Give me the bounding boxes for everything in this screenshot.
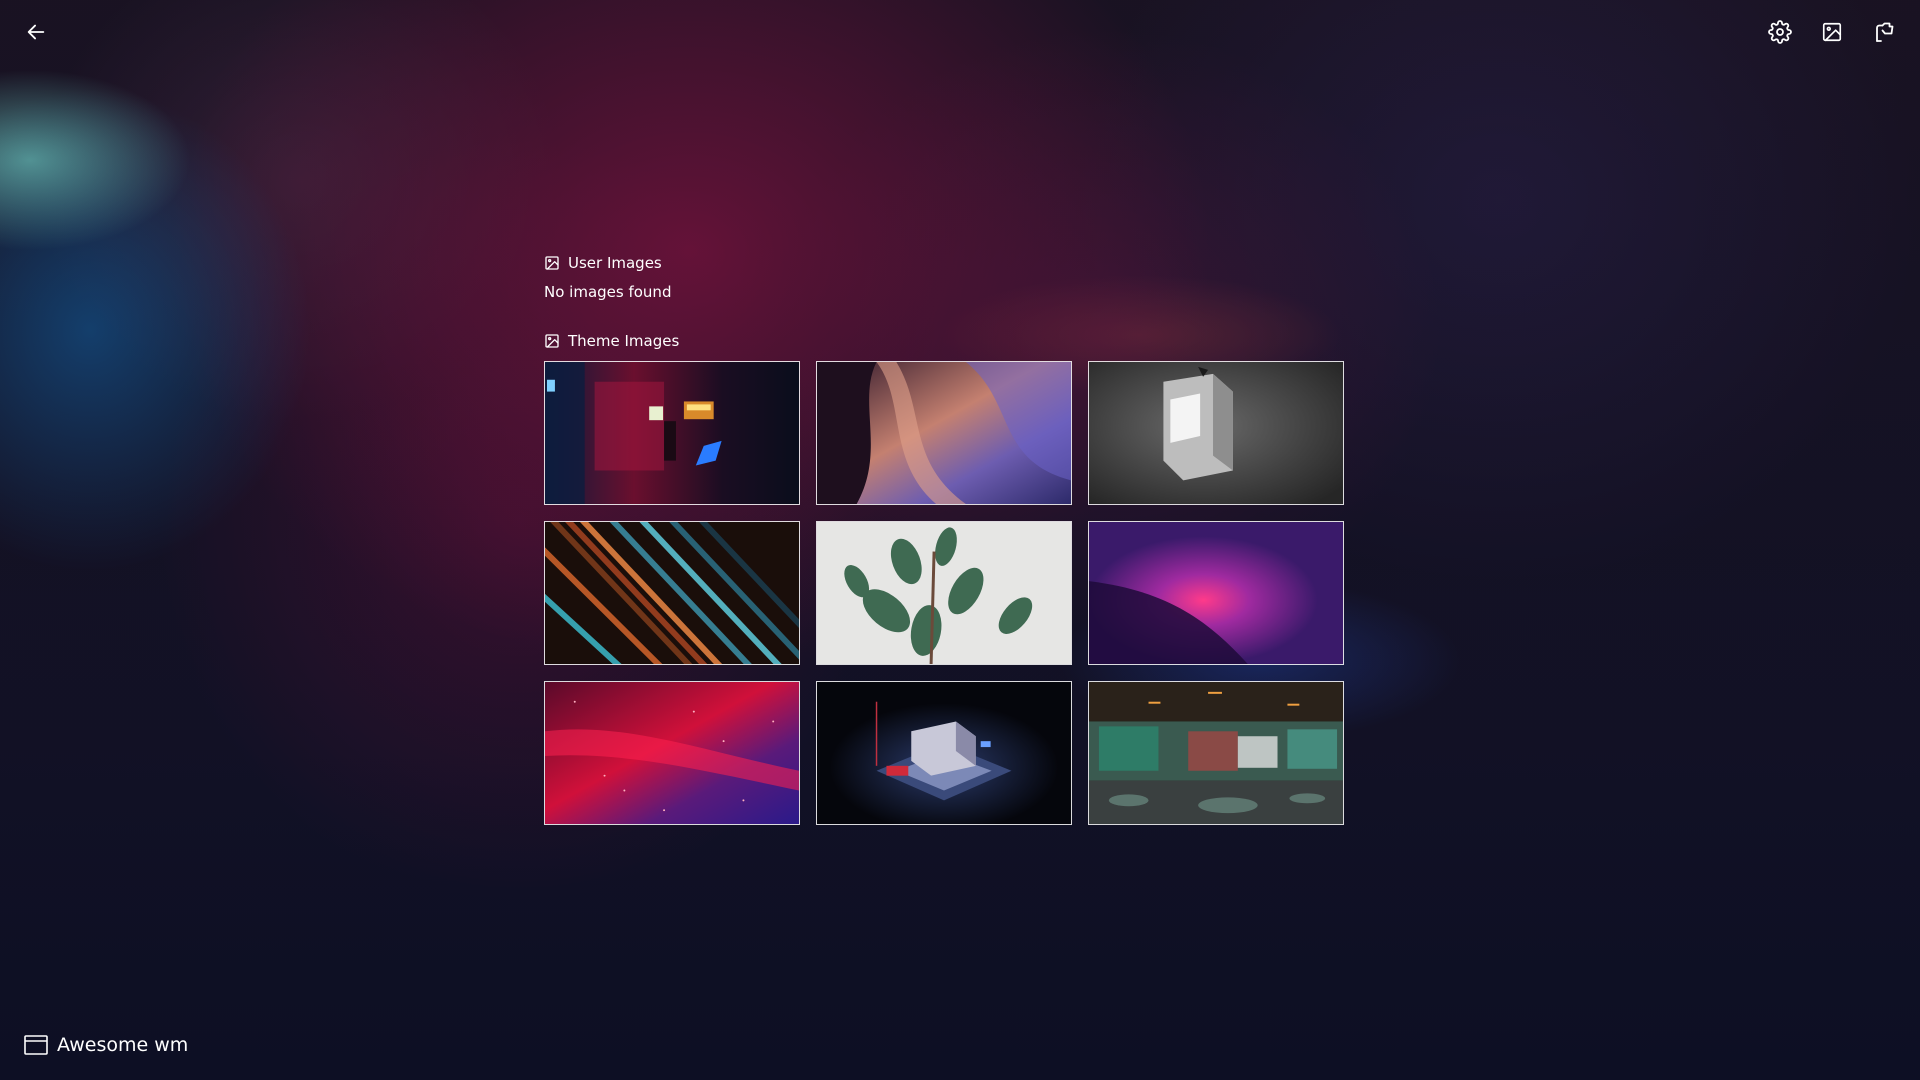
session-label: Awesome wm <box>57 1034 189 1056</box>
flag-icon <box>1876 22 1894 42</box>
user-images-title: User Images <box>568 254 662 272</box>
session-selector[interactable]: Awesome wm <box>24 1032 188 1058</box>
settings-button[interactable] <box>1758 14 1802 50</box>
back-button[interactable] <box>14 14 58 50</box>
theme-images-title: Theme Images <box>568 332 680 350</box>
theme-image-retro-computer[interactable] <box>1088 361 1344 505</box>
theme-image-light-streaks[interactable] <box>544 521 800 665</box>
window-icon <box>24 1034 48 1056</box>
theme-image-isometric-gas-station[interactable] <box>816 681 1072 825</box>
theme-images-header: Theme Images <box>544 330 1344 352</box>
image-icon <box>544 255 560 271</box>
wallpaper-button[interactable] <box>1810 14 1854 50</box>
wallpaper-picker: User Images No images found Theme Images <box>544 252 1344 825</box>
theme-image-rubber-plant[interactable] <box>816 521 1072 665</box>
gear-icon <box>1768 20 1792 44</box>
image-icon <box>544 333 560 349</box>
theme-image-red-galaxy[interactable] <box>544 681 800 825</box>
flag-button[interactable] <box>1862 14 1906 50</box>
image-icon <box>1822 22 1842 42</box>
user-images-empty-message: No images found <box>544 283 672 301</box>
arrow-left-icon <box>27 24 45 40</box>
theme-image-purple-pink-gradient[interactable] <box>1088 521 1344 665</box>
theme-images-grid <box>544 361 1344 825</box>
theme-image-canyon-rock[interactable] <box>816 361 1072 505</box>
theme-image-arcade-room[interactable] <box>544 361 800 505</box>
theme-image-graffiti-tunnel[interactable] <box>1088 681 1344 825</box>
user-images-header: User Images <box>544 252 1344 274</box>
